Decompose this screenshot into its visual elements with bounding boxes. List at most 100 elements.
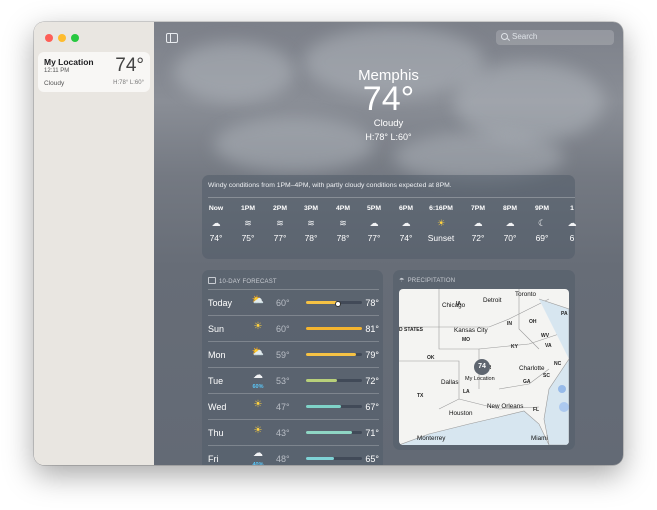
cloud-icon: ☁	[473, 218, 483, 228]
hour-label: 1	[570, 205, 574, 212]
zoom-window-button[interactable]	[71, 34, 79, 42]
hour-label: 6PM	[399, 205, 413, 212]
forecast-day: Mon	[208, 350, 226, 360]
cloud-icon: ☁	[211, 218, 221, 228]
hour-temp: 6	[569, 233, 575, 243]
divider	[208, 341, 379, 342]
ten-day-forecast-panel[interactable]: 10-DAY FORECAST Today ⛅ 60° 78° Sun ☀ 60° 81° Mo…	[202, 270, 383, 465]
hour-temp: 78°	[336, 233, 350, 243]
map-state-label: GA	[523, 379, 531, 385]
temperature-range-bar	[306, 353, 362, 356]
sun-icon: ☀	[253, 425, 263, 436]
temperature-range-fill	[306, 431, 352, 434]
hour-temp: 74°	[399, 233, 413, 243]
hourly-forecast-panel[interactable]: Windy conditions from 1PM–4PM, with part…	[201, 175, 577, 259]
wind-icon: ≋	[276, 218, 284, 228]
hour-temp: 77°	[273, 233, 287, 243]
hour-temp: 75°	[241, 233, 255, 243]
partly-sunny-icon: ⛅	[251, 347, 265, 358]
hour-temp: 74°	[209, 233, 223, 243]
forecast-row[interactable]: Fri ☁ 40% 48° 65°	[208, 445, 379, 465]
forecast-high: 79°	[365, 350, 379, 360]
forecast-day: Thu	[208, 428, 224, 438]
hour-column: 6PM ☁ 74°	[391, 205, 421, 243]
partly-cloudy-night-icon: ☁	[505, 218, 515, 228]
temperature-range-bar	[306, 405, 362, 408]
hour-column: Now ☁ 74°	[201, 205, 231, 243]
hour-column: 2PM ≋ 77°	[265, 205, 295, 243]
forecast-day: Tue	[208, 376, 224, 386]
forecast-header: 10-DAY FORECAST	[208, 277, 277, 285]
forecast-low: 43°	[276, 428, 290, 438]
precip-chance: 60%	[252, 384, 264, 390]
forecast-high: 67°	[365, 402, 379, 412]
hour-column: 7PM ☁ 72°	[463, 205, 493, 243]
hour-label: 7PM	[471, 205, 485, 212]
search-field[interactable]: Search	[496, 30, 614, 45]
cloud-icon: ☁	[567, 218, 577, 228]
map-state-label: PA	[561, 311, 568, 317]
hour-label: 2PM	[273, 205, 287, 212]
current-high-low: H:78° L:60°	[365, 132, 412, 142]
hour-label: 9PM	[535, 205, 549, 212]
map-state-label: OH	[529, 319, 537, 325]
forecast-row[interactable]: Thu ☀ 43° 71°	[208, 419, 379, 445]
forecast-day: Wed	[208, 402, 227, 412]
current-temperature: 74°	[362, 80, 415, 118]
temperature-range-bar	[306, 431, 362, 434]
divider	[208, 289, 379, 290]
map-state-label: FL	[533, 407, 540, 413]
forecast-high: 78°	[365, 298, 379, 308]
location-condition: Cloudy	[44, 80, 65, 87]
hour-temp: 72°	[471, 233, 485, 243]
sidebar-toggle-icon[interactable]	[166, 33, 178, 43]
forecast-high: 81°	[365, 324, 379, 334]
temperature-range-fill	[306, 379, 337, 382]
hour-temp: 78°	[304, 233, 318, 243]
forecast-row[interactable]: Wed ☀ 47° 67°	[208, 393, 379, 419]
hour-column: 6:16PM ☀ Sunset	[426, 205, 456, 243]
precipitation-map[interactable]: Chicago Detroit Toronto Kansas City Dallas Ch…	[399, 289, 569, 445]
close-window-button[interactable]	[45, 34, 53, 42]
map-state-label: OK	[427, 355, 435, 361]
location-card-my-location[interactable]: My Location 12:11 PM 74° Cloudy H:78° L:…	[38, 52, 150, 92]
pin-label: My Location	[465, 376, 495, 382]
divider	[208, 445, 379, 446]
rain-cloud-icon: ☁	[253, 448, 263, 459]
forecast-row[interactable]: Tue ☁ 60% 53° 72°	[208, 367, 379, 393]
precipitation-panel[interactable]: ☂ PRECIPITATION Chicago Detroit Toronto Kans…	[393, 270, 575, 450]
temperature-range-fill	[306, 457, 334, 460]
wind-icon: ≋	[339, 218, 347, 228]
forecast-row[interactable]: Sun ☀ 60° 81°	[208, 315, 379, 341]
map-state-label: WV	[541, 333, 550, 339]
forecast-row[interactable]: Mon ⛅ 59° 79°	[208, 341, 379, 367]
map-city-label: Kansas City	[454, 327, 488, 334]
partly-sunny-icon: ⛅	[251, 295, 265, 306]
search-icon	[501, 33, 508, 40]
wind-icon: ≋	[307, 218, 315, 228]
forecast-title: 10-DAY FORECAST	[219, 279, 277, 285]
hour-label: 8PM	[503, 205, 517, 212]
forecast-row[interactable]: Today ⛅ 60° 78°	[208, 289, 379, 315]
map-city-label: New Orleans	[487, 403, 524, 410]
map-city-label: Chicago	[442, 302, 466, 309]
hour-column: 1 ☁ 6	[557, 205, 587, 243]
minimize-window-button[interactable]	[58, 34, 66, 42]
temperature-range-fill	[306, 353, 357, 356]
divider	[208, 419, 379, 420]
my-location-pin[interactable]: 74	[474, 359, 490, 375]
precip-chance: 40%	[252, 462, 264, 465]
divider	[208, 315, 379, 316]
forecast-low: 47°	[276, 402, 290, 412]
hour-label: 6:16PM	[429, 205, 453, 212]
precipitation-title: PRECIPITATION	[407, 278, 456, 284]
location-temp: 74°	[115, 55, 144, 76]
temperature-range-fill	[306, 301, 337, 304]
forecast-day: Fri	[208, 454, 219, 464]
hour-label: Now	[208, 205, 224, 212]
map-state-label: LA	[463, 389, 470, 395]
map-state-label: IN	[507, 321, 512, 327]
pin-temp: 74	[478, 363, 486, 370]
forecast-high: 65°	[365, 454, 379, 464]
forecast-low: 53°	[276, 376, 290, 386]
